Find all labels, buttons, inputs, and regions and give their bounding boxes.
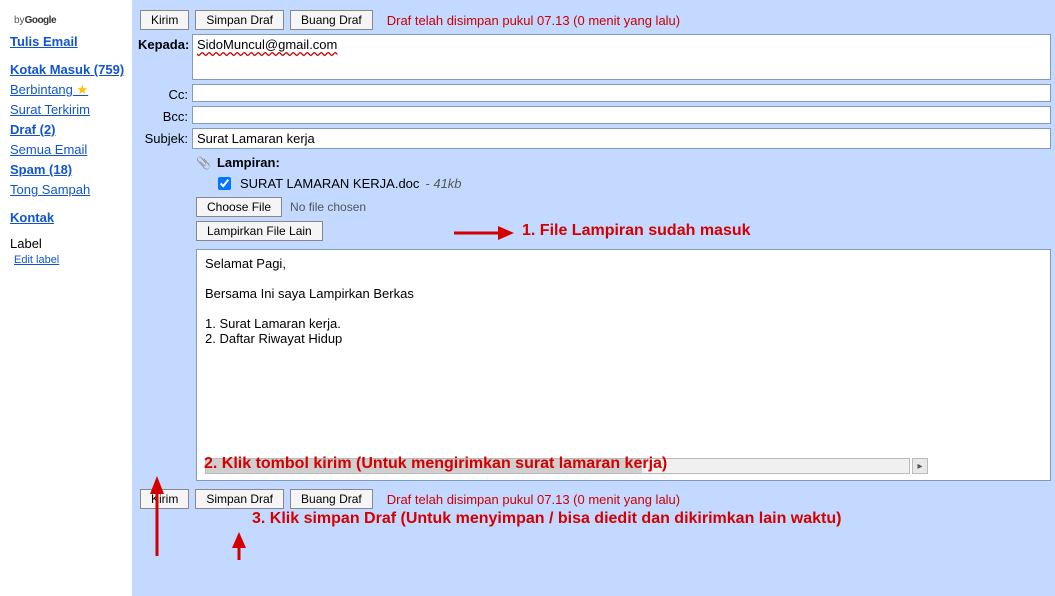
attach-another-button[interactable]: Lampirkan File Lain [196,221,323,241]
sidebar-item-allmail[interactable]: Semua Email [10,140,132,160]
save-draft-button-bottom[interactable]: Simpan Draf [195,489,284,509]
save-draft-button[interactable]: Simpan Draf [195,10,284,30]
sidebar-item-inbox[interactable]: Kotak Masuk (759) [10,60,132,80]
bcc-field[interactable] [192,106,1051,124]
top-toolbar: Kirim Simpan Draf Buang Draf Draf telah … [138,6,1051,34]
sidebar-item-drafts[interactable]: Draf (2) [10,120,132,140]
attachment-checkbox[interactable] [218,177,231,190]
subject-label: Subjek: [138,128,192,146]
sidebar-item-sent[interactable]: Surat Terkirim [10,100,132,120]
sidebar-item-starred[interactable]: Berbintang ★ [10,80,132,100]
compose-panel: Kirim Simpan Draf Buang Draf Draf telah … [132,0,1055,596]
horizontal-scrollbar[interactable] [205,458,910,474]
sidebar-item-spam[interactable]: Spam (18) [10,160,132,180]
bcc-label: Bcc: [138,106,192,124]
discard-draft-button[interactable]: Buang Draf [290,10,373,30]
paperclip-icon [196,155,213,170]
draft-status-bottom: Draf telah disimpan pukul 07.13 (0 menit… [387,492,680,507]
message-body[interactable]: Selamat Pagi, Bersama Ini saya Lampirkan… [196,249,1051,481]
by-google-branding: byGoogle [14,15,132,26]
scrollbar-thumb[interactable] [206,459,642,473]
no-file-text: No file chosen [290,200,366,214]
attachment-filesize: - 41kb [425,176,461,191]
attachment-filename: SURAT LAMARAN KERJA.doc [240,176,419,191]
to-label: Kepada: [138,34,192,52]
scroll-right-arrow[interactable]: ▸ [912,458,928,474]
choose-file-button[interactable]: Choose File [196,197,282,217]
edit-label-link[interactable]: Edit label [14,254,59,266]
discard-draft-button-bottom[interactable]: Buang Draf [290,489,373,509]
send-button-bottom[interactable]: Kirim [140,489,189,509]
attachment-block: Lampiran: SURAT LAMARAN KERJA.doc - 41kb… [196,155,1051,245]
draft-status: Draf telah disimpan pukul 07.13 (0 menit… [387,13,680,28]
labels-heading: Label [10,236,132,251]
sidebar-item-compose[interactable]: Tulis Email [10,32,132,52]
bottom-toolbar: Kirim Simpan Draf Buang Draf Draf telah … [138,485,1051,513]
to-field[interactable]: SidoMuncul@gmail.com [192,34,1051,80]
sidebar-item-trash[interactable]: Tong Sampah [10,180,132,200]
send-button[interactable]: Kirim [140,10,189,30]
arrow-icon-3 [228,532,250,562]
attachment-label: Lampiran: [217,155,280,170]
sidebar-item-contacts[interactable]: Kontak [10,208,132,228]
cc-field[interactable] [192,84,1051,102]
sidebar: byGoogle Tulis Email Kotak Masuk (759) B… [0,0,132,596]
star-icon: ★ [77,82,89,97]
cc-label: Cc: [138,84,192,102]
subject-field[interactable]: Surat Lamaran kerja [192,128,1051,149]
